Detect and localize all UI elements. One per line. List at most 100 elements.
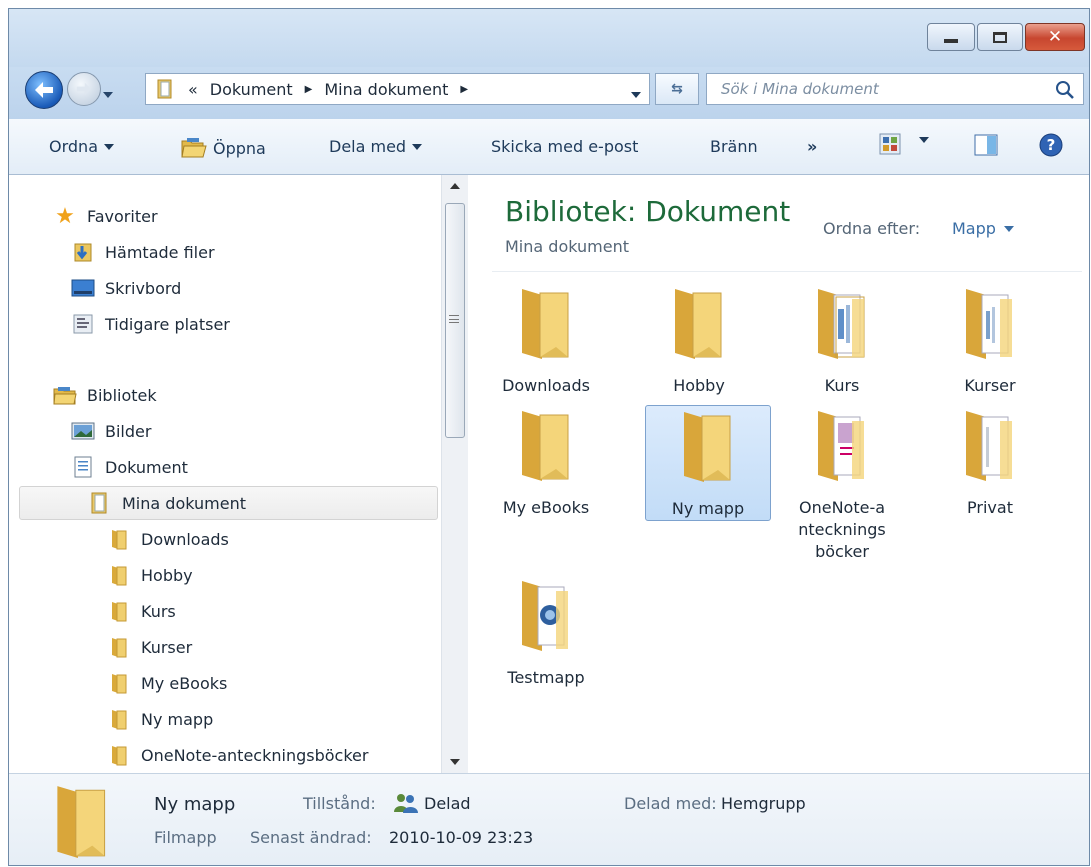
open-label: Öppna [213,138,266,158]
breadcrumb: « Dokument ▶ Mina dokument ▶ [156,79,468,99]
folder-icon [516,407,576,483]
arrange-by-label: Ordna efter: [823,219,921,238]
address-dropdown-icon[interactable] [631,83,641,102]
view-icon [879,133,901,155]
help-button[interactable]: ? [1039,133,1063,157]
nav-item-downloads-favorite[interactable]: Hämtade filer [71,235,215,269]
folder-tile-testmapp[interactable]: Testmapp [484,577,608,689]
search-placeholder: Sök i Mina dokument [721,80,879,98]
nav-subfolder-kurs[interactable]: Kurs [107,594,176,628]
burn-button[interactable]: Bränn [710,137,758,156]
email-button[interactable]: Skicka med e-post [491,137,638,156]
nav-subfolder-downloads[interactable]: Downloads [107,522,229,556]
change-view-button[interactable] [879,133,901,155]
details-shared-label: Delad med: [624,794,717,813]
folder-tile-my-ebooks[interactable]: My eBooks [484,407,608,519]
scroll-down-icon[interactable] [450,759,460,765]
breadcrumb-overflow[interactable]: « [188,80,198,99]
open-button[interactable]: Öppna [181,137,266,159]
details-name: Ny mapp [154,794,236,815]
command-bar: Ordna Öppna Dela med Skicka med e-post B… [9,119,1089,175]
refresh-button[interactable]: ⇆ [655,73,699,105]
share-button[interactable]: Dela med [329,137,423,156]
breadcrumb-separator-icon[interactable]: ▶ [305,84,313,95]
view-dropdown-button[interactable] [919,137,929,143]
folder-icon [516,285,576,361]
desktop-icon [71,277,95,299]
nav-item-label: Skrivbord [105,278,182,298]
address-bar[interactable]: « Dokument ▶ Mina dokument ▶ [145,73,650,105]
details-state-value: Delad [424,794,471,813]
preview-pane-button[interactable] [974,134,998,156]
scrollbar-grip-icon [449,315,459,323]
nav-item-libraries[interactable]: Bibliotek [53,378,157,412]
shared-users-icon [393,792,419,818]
more-commands-button[interactable]: » [807,137,817,156]
folder-tile-ny-mapp[interactable]: Ny mapp [645,405,771,521]
nav-item-label: Mina dokument [122,493,246,513]
chevron-down-icon [412,143,423,150]
downloads-folder-icon [71,241,95,263]
arrange-by-dropdown[interactable]: Mapp [952,219,1014,238]
organize-label: Ordna [49,137,98,156]
recent-places-icon [71,313,95,335]
folder-tile-kurser[interactable]: Kurser [928,285,1052,397]
nav-item-pictures[interactable]: Bilder [71,414,151,448]
nav-item-label: Favoriter [87,206,158,226]
forward-button[interactable] [67,72,101,106]
breadcrumb-item-mina-dokument[interactable]: Mina dokument [324,80,448,99]
back-button[interactable] [25,71,63,109]
breadcrumb-item-dokument[interactable]: Dokument [210,80,293,99]
scroll-up-icon[interactable] [450,183,460,189]
recent-pages-dropdown[interactable] [103,83,113,102]
explorer-window: ✕ « Dokument ▶ Mina dokument ▶ ⇆ Sök i M… [8,8,1090,866]
nav-subfolder-my-ebooks[interactable]: My eBooks [107,666,227,700]
folder-tile-downloads[interactable]: Downloads [484,285,608,397]
nav-item-label: Ny mapp [141,709,214,729]
navigation-scrollbar[interactable] [441,175,468,773]
maximize-button[interactable] [977,23,1023,51]
folder-tile-kurs[interactable]: Kurs [780,285,904,397]
search-input[interactable]: Sök i Mina dokument [706,73,1084,105]
help-icon: ? [1039,133,1063,157]
folder-name: Hobby [673,376,725,395]
address-row: « Dokument ▶ Mina dokument ▶ ⇆ Sök i Min… [9,67,1089,119]
minimize-button[interactable] [927,23,975,51]
folder-tile-onenote[interactable]: OneNote-a ntecknings böcker [780,407,904,563]
chevron-down-icon [919,137,929,143]
nav-item-recent-places[interactable]: Tidigare platser [71,307,230,341]
nav-subfolder-onenote[interactable]: OneNote-anteckningsböcker [107,738,368,772]
nav-item-label: Hämtade filer [105,242,215,262]
library-subtitle: Mina dokument [505,237,629,256]
nav-item-label: My eBooks [141,673,228,693]
folder-name: My eBooks [502,498,590,517]
details-pane: Ny mapp Filmapp Tillstånd: Delad Senast … [9,773,1089,865]
nav-item-documents[interactable]: Dokument [71,450,188,484]
libraries-icon [53,384,77,406]
folder-icon [107,636,131,658]
email-label: Skicka med e-post [491,137,639,156]
nav-subfolder-kurser[interactable]: Kurser [107,630,192,664]
folder-tile-hobby[interactable]: Hobby [637,285,761,397]
open-folder-icon [181,138,207,158]
nav-item-my-documents[interactable]: Mina dokument [19,486,438,520]
organize-button[interactable]: Ordna [49,137,114,156]
burn-label: Bränn [710,137,758,156]
refresh-icon: ⇆ [671,81,683,97]
nav-subfolder-ny-mapp[interactable]: Ny mapp [107,702,213,736]
nav-item-desktop[interactable]: Skrivbord [71,271,181,305]
nav-item-favorites[interactable]: ★ Favoriter [53,199,158,233]
library-folder-icon [88,492,112,514]
documents-icon [71,456,95,478]
search-icon [1056,81,1074,99]
nav-subfolder-hobby[interactable]: Hobby [107,558,193,592]
folder-tile-privat[interactable]: Privat [928,407,1052,519]
nav-item-label: Dokument [105,457,188,477]
folder-icon [678,408,738,484]
navigation-pane: ★ Favoriter Hämtade filer Skrivbord Tidi… [9,175,468,773]
folder-icon [669,285,729,361]
breadcrumb-separator-icon[interactable]: ▶ [460,84,468,95]
arrange-by-value: Mapp [952,219,996,238]
folder-icon [107,672,131,694]
close-button[interactable]: ✕ [1025,23,1085,51]
